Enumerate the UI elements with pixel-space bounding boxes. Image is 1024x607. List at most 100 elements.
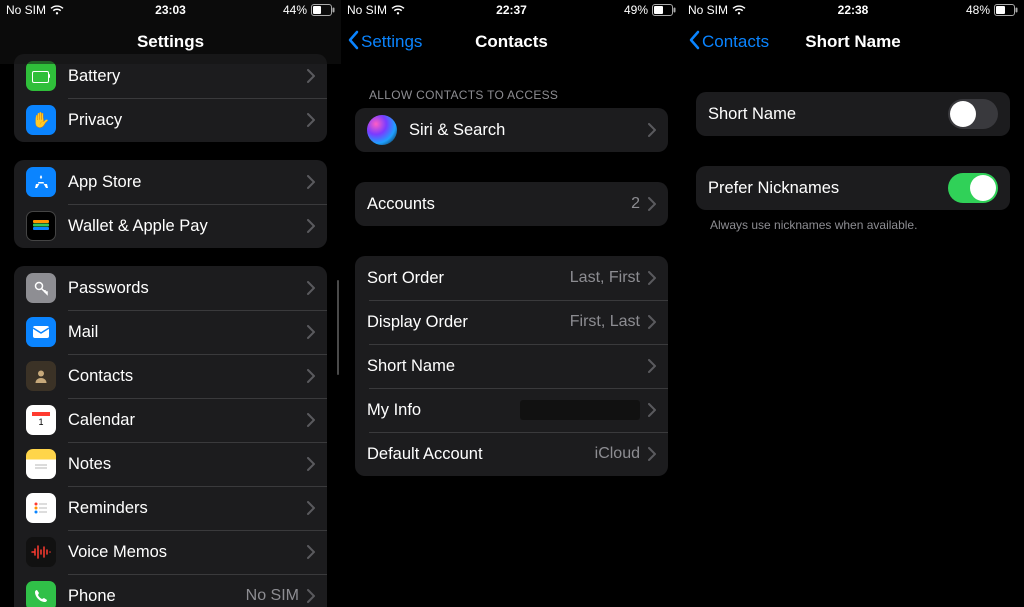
redacted-value	[520, 400, 640, 420]
chevron-right-icon	[307, 457, 315, 471]
row-value: iCloud	[595, 445, 640, 463]
chevron-right-icon	[307, 589, 315, 603]
row-passwords[interactable]: Passwords	[14, 266, 327, 310]
chevron-right-icon	[648, 123, 656, 137]
row-appstore[interactable]: App Store	[14, 160, 327, 204]
group-short-name-toggle: Short Name	[696, 92, 1010, 136]
row-voicememos[interactable]: Voice Memos	[14, 530, 327, 574]
row-privacy[interactable]: ✋ Privacy	[14, 98, 327, 142]
row-my-info[interactable]: My Info	[355, 388, 668, 432]
row-label: Battery	[68, 67, 307, 86]
scrollbar-thumb[interactable]	[337, 280, 340, 375]
waveform-icon	[26, 537, 56, 567]
envelope-icon	[26, 317, 56, 347]
chevron-right-icon	[648, 271, 656, 285]
nav-title: Contacts	[475, 32, 548, 52]
group-contacts-options: Sort Order Last, First Display Order Fir…	[355, 256, 668, 476]
notes-icon	[26, 449, 56, 479]
back-button[interactable]: Contacts	[688, 30, 769, 55]
nav-title: Settings	[137, 32, 204, 52]
row-notes[interactable]: Notes	[14, 442, 327, 486]
row-label: Sort Order	[367, 269, 570, 288]
screen-settings: No SIM 23:03 44% Settings Battery	[0, 0, 341, 607]
chevron-right-icon	[307, 69, 315, 83]
prefer-nicknames-toggle[interactable]	[948, 173, 998, 203]
row-sort-order[interactable]: Sort Order Last, First	[355, 256, 668, 300]
battery-pct-text: 48%	[966, 3, 990, 17]
calendar-icon: 1	[26, 405, 56, 435]
row-label: Contacts	[68, 367, 307, 386]
svg-text:1: 1	[38, 417, 43, 427]
row-label: Mail	[68, 323, 307, 342]
battery-icon	[311, 4, 335, 16]
key-icon	[26, 273, 56, 303]
battery-icon	[652, 4, 676, 16]
nav-title: Short Name	[805, 32, 900, 52]
row-label: Privacy	[68, 111, 307, 130]
row-phone[interactable]: Phone No SIM	[14, 574, 327, 607]
row-calendar[interactable]: 1 Calendar	[14, 398, 327, 442]
chevron-right-icon	[307, 325, 315, 339]
screen-contacts-settings: No SIM 22:37 49% Settings Contacts ALLOW…	[341, 0, 682, 607]
chevron-right-icon	[648, 447, 656, 461]
wifi-icon	[391, 5, 405, 15]
settings-scroll[interactable]: Battery ✋ Privacy App Store Wallet & App…	[0, 54, 341, 607]
row-mail[interactable]: Mail	[14, 310, 327, 354]
wifi-icon	[732, 5, 746, 15]
status-bar: No SIM 22:38 48%	[682, 0, 1024, 20]
row-value: First, Last	[570, 313, 640, 331]
settings-group-store: App Store Wallet & Apple Pay	[14, 160, 327, 248]
row-display-order[interactable]: Display Order First, Last	[355, 300, 668, 344]
row-label: Voice Memos	[68, 543, 307, 562]
group-prefer-nicknames: Prefer Nicknames	[696, 166, 1010, 210]
clock-text: 22:38	[838, 3, 869, 17]
row-contacts[interactable]: Contacts	[14, 354, 327, 398]
row-label: Siri & Search	[409, 121, 648, 140]
chevron-left-icon	[688, 30, 700, 55]
chevron-left-icon	[347, 30, 359, 55]
row-label: Short Name	[367, 357, 648, 376]
row-label: Default Account	[367, 445, 595, 464]
row-short-name[interactable]: Short Name	[355, 344, 668, 388]
back-label: Contacts	[702, 32, 769, 52]
nav-bar: Contacts Short Name	[682, 20, 1024, 64]
row-value: Last, First	[570, 269, 640, 287]
chevron-right-icon	[648, 403, 656, 417]
row-label: Notes	[68, 455, 307, 474]
row-reminders[interactable]: Reminders	[14, 486, 327, 530]
back-button[interactable]: Settings	[347, 30, 422, 55]
siri-icon	[367, 115, 397, 145]
chevron-right-icon	[648, 359, 656, 373]
back-label: Settings	[361, 32, 422, 52]
short-name-toggle[interactable]	[948, 99, 998, 129]
row-label: Short Name	[708, 105, 948, 124]
screen-short-name: No SIM 22:38 48% Contacts Short Name Sho…	[682, 0, 1024, 607]
chevron-right-icon	[307, 219, 315, 233]
row-label: Display Order	[367, 313, 570, 332]
row-label: Prefer Nicknames	[708, 179, 948, 198]
wifi-icon	[50, 5, 64, 15]
row-short-name-toggle: Short Name	[696, 92, 1010, 136]
status-bar: No SIM 23:03 44%	[0, 0, 341, 20]
row-wallet[interactable]: Wallet & Apple Pay	[14, 204, 327, 248]
row-siri-search[interactable]: Siri & Search	[355, 108, 668, 152]
chevron-right-icon	[307, 369, 315, 383]
chevron-right-icon	[307, 113, 315, 127]
row-label: My Info	[367, 401, 520, 420]
row-label: Phone	[68, 587, 246, 606]
row-label: Wallet & Apple Pay	[68, 217, 307, 236]
row-value: No SIM	[246, 587, 299, 605]
row-accounts[interactable]: Accounts 2	[355, 182, 668, 226]
row-prefer-nicknames: Prefer Nicknames	[696, 166, 1010, 210]
nav-bar: Settings Contacts	[341, 20, 682, 64]
reminders-icon	[26, 493, 56, 523]
clock-text: 23:03	[155, 3, 186, 17]
status-bar: No SIM 22:37 49%	[341, 0, 682, 20]
chevron-right-icon	[307, 281, 315, 295]
row-label: App Store	[68, 173, 307, 192]
chevron-right-icon	[307, 413, 315, 427]
row-label: Calendar	[68, 411, 307, 430]
row-default-account[interactable]: Default Account iCloud	[355, 432, 668, 476]
chevron-right-icon	[648, 315, 656, 329]
settings-group-utilities: Battery ✋ Privacy	[14, 54, 327, 142]
